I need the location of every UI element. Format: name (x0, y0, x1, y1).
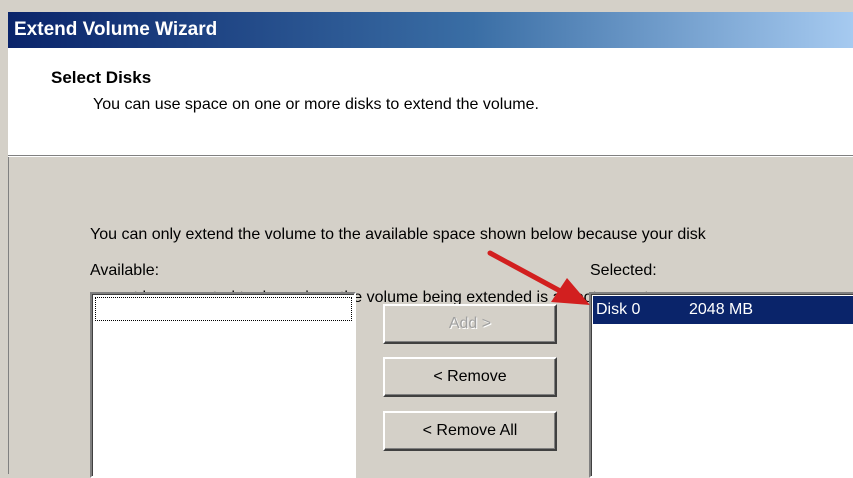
disk-name: Disk 0 (596, 301, 641, 318)
list-item[interactable]: Disk 0 2048 MB (593, 296, 853, 324)
remove-all-button[interactable]: < Remove All (383, 411, 557, 451)
disk-size: 2048 MB (689, 301, 754, 318)
remove-button[interactable]: < Remove (383, 357, 557, 397)
page-subtitle: You can use space on one or more disks t… (93, 96, 539, 113)
selected-label: Selected: (590, 262, 657, 279)
header-divider-highlight (8, 156, 853, 157)
title-bar: Extend Volume Wizard (8, 12, 853, 48)
selected-disks-list[interactable]: Disk 0 2048 MB (589, 292, 853, 478)
list-focus-rectangle (95, 297, 352, 321)
available-label: Available: (90, 262, 160, 279)
page-title: Select Disks (51, 68, 152, 87)
info-line: You can only extend the volume to the av… (90, 226, 706, 243)
available-disks-list[interactable] (90, 292, 356, 478)
window-title: Extend Volume Wizard (14, 19, 218, 40)
add-button[interactable]: Add > (383, 304, 557, 344)
